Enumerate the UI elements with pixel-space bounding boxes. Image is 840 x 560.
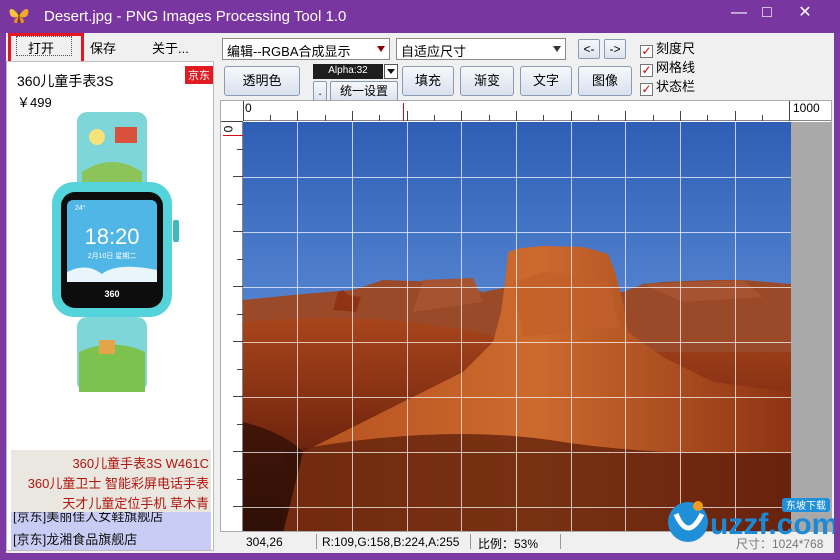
status-separator bbox=[316, 534, 317, 549]
ruler-start-label: 0 bbox=[245, 101, 252, 115]
horizontal-ruler-ticks bbox=[243, 101, 790, 121]
statusbar-checkbox[interactable]: ✓ 状态栏 bbox=[640, 76, 695, 96]
statusbar-checkbox-label: 状态栏 bbox=[656, 79, 696, 94]
jd-badge: 京东 bbox=[185, 66, 213, 84]
gradient-button[interactable]: 渐变 bbox=[460, 66, 514, 96]
product-name[interactable]: 360儿童手表3S bbox=[17, 71, 113, 91]
close-button[interactable]: ✕ bbox=[790, 2, 820, 24]
title-bar[interactable]: Desert.jpg - PNG Images Processing Tool … bbox=[0, 0, 840, 33]
chevron-down-icon bbox=[377, 46, 385, 52]
store-list[interactable]: [京东]美丽佳人女鞋旗舰店 [京东]龙湘食品旗舰店 bbox=[11, 512, 211, 550]
watermark-subtext: 东坡下载 bbox=[786, 499, 826, 512]
next-button[interactable]: -> bbox=[604, 39, 626, 59]
size-select[interactable]: 自适应尺寸 bbox=[396, 38, 566, 60]
ruler-end-label: 1000 bbox=[793, 101, 820, 115]
vertical-ruler: 0 bbox=[221, 121, 243, 531]
watch-status: 24° bbox=[75, 204, 86, 212]
uzzf-watermark-logo: uzzf.com 东坡下载 bbox=[668, 498, 834, 542]
ruler-checkbox-label: 刻度尺 bbox=[656, 41, 696, 56]
prev-button[interactable]: <- bbox=[578, 39, 600, 59]
horizontal-ruler: 0 1000 bbox=[243, 101, 831, 121]
store-item[interactable]: [京东]龙湘食品旗舰店 bbox=[13, 529, 137, 548]
ruler-checkbox[interactable]: ✓ 刻度尺 bbox=[640, 38, 695, 58]
client-area: 打开 保存 关于... 京东 360儿童手表3S ￥499 18:20 2月10… bbox=[6, 33, 834, 553]
menu-about[interactable]: 关于... bbox=[152, 38, 189, 57]
status-separator bbox=[470, 534, 471, 549]
chevron-down-icon bbox=[553, 46, 561, 52]
watermark-text: uzzf.com bbox=[710, 508, 834, 541]
ad-panel[interactable]: 京东 360儿童手表3S ￥499 18:20 2月10日 星期二 24° 36… bbox=[6, 61, 214, 551]
checkmark-icon: ✓ bbox=[640, 82, 653, 96]
dot-button[interactable]: . bbox=[313, 81, 327, 101]
alpha-value[interactable]: Alpha:32 bbox=[313, 64, 383, 79]
status-pixel: R:109,G:158,B:224,A:255 bbox=[322, 535, 460, 549]
watch-time: 18:20 bbox=[84, 224, 139, 249]
size-select-value: 自适应尺寸 bbox=[401, 44, 467, 59]
status-coords: 304,26 bbox=[246, 535, 283, 549]
store-item[interactable]: [京东]美丽佳人女鞋旗舰店 bbox=[13, 512, 163, 525]
scrolling-ad-list[interactable]: 360儿童手表3S W461C 360儿童卫士 智能彩屏电话手表 天才儿童定位手… bbox=[11, 450, 211, 512]
app-window: Desert.jpg - PNG Images Processing Tool … bbox=[0, 0, 840, 560]
watch-brand: 360 bbox=[104, 289, 119, 299]
grid-checkbox[interactable]: ✓ 网格线 bbox=[640, 57, 695, 77]
scroll-item[interactable]: 360儿童卫士 智能彩屏电话手表 bbox=[28, 473, 209, 492]
status-separator bbox=[560, 534, 561, 549]
butterfly-logo-icon bbox=[9, 9, 29, 24]
watch-product-image[interactable]: 18:20 2月10日 星期二 24° 360 bbox=[37, 112, 187, 392]
toolbar: 编辑--RGBA合成显示 自适应尺寸 <- -> 透明色 Alpha:32 . … bbox=[216, 33, 834, 103]
transparent-color-button[interactable]: 透明色 bbox=[224, 66, 300, 96]
scroll-item[interactable]: 360儿童手表3S W461C bbox=[72, 453, 209, 472]
text-button[interactable]: 文字 bbox=[520, 66, 572, 96]
chevron-down-icon bbox=[387, 69, 395, 74]
status-scale: 比例：53% bbox=[478, 537, 539, 551]
desert-photo[interactable] bbox=[243, 122, 791, 532]
minimize-button[interactable]: — bbox=[724, 2, 754, 24]
watch-date: 2月10日 星期二 bbox=[88, 252, 137, 260]
image-canvas[interactable]: 0 1000 0 bbox=[220, 100, 832, 532]
scroll-item[interactable]: 天才儿童定位手机 草木青 bbox=[62, 493, 209, 512]
menu-save[interactable]: 保存 bbox=[90, 38, 116, 57]
image-button[interactable]: 图像 bbox=[578, 66, 632, 96]
vertical-ruler-start-label: 0 bbox=[221, 125, 236, 133]
mode-select[interactable]: 编辑--RGBA合成显示 bbox=[222, 38, 390, 60]
mode-select-value: 编辑--RGBA合成显示 bbox=[227, 44, 351, 59]
grid-checkbox-label: 网格线 bbox=[656, 60, 696, 75]
uniform-setting-button[interactable]: 统一设置 bbox=[330, 81, 398, 101]
fill-button[interactable]: 填充 bbox=[402, 66, 454, 96]
canvas-empty-area bbox=[791, 122, 831, 531]
window-title: Desert.jpg - PNG Images Processing Tool … bbox=[44, 8, 347, 25]
product-price: ￥499 bbox=[17, 95, 52, 110]
maximize-button[interactable]: □ bbox=[752, 2, 782, 24]
vertical-ruler-ticks bbox=[221, 121, 243, 507]
alpha-dropdown[interactable] bbox=[384, 64, 398, 79]
